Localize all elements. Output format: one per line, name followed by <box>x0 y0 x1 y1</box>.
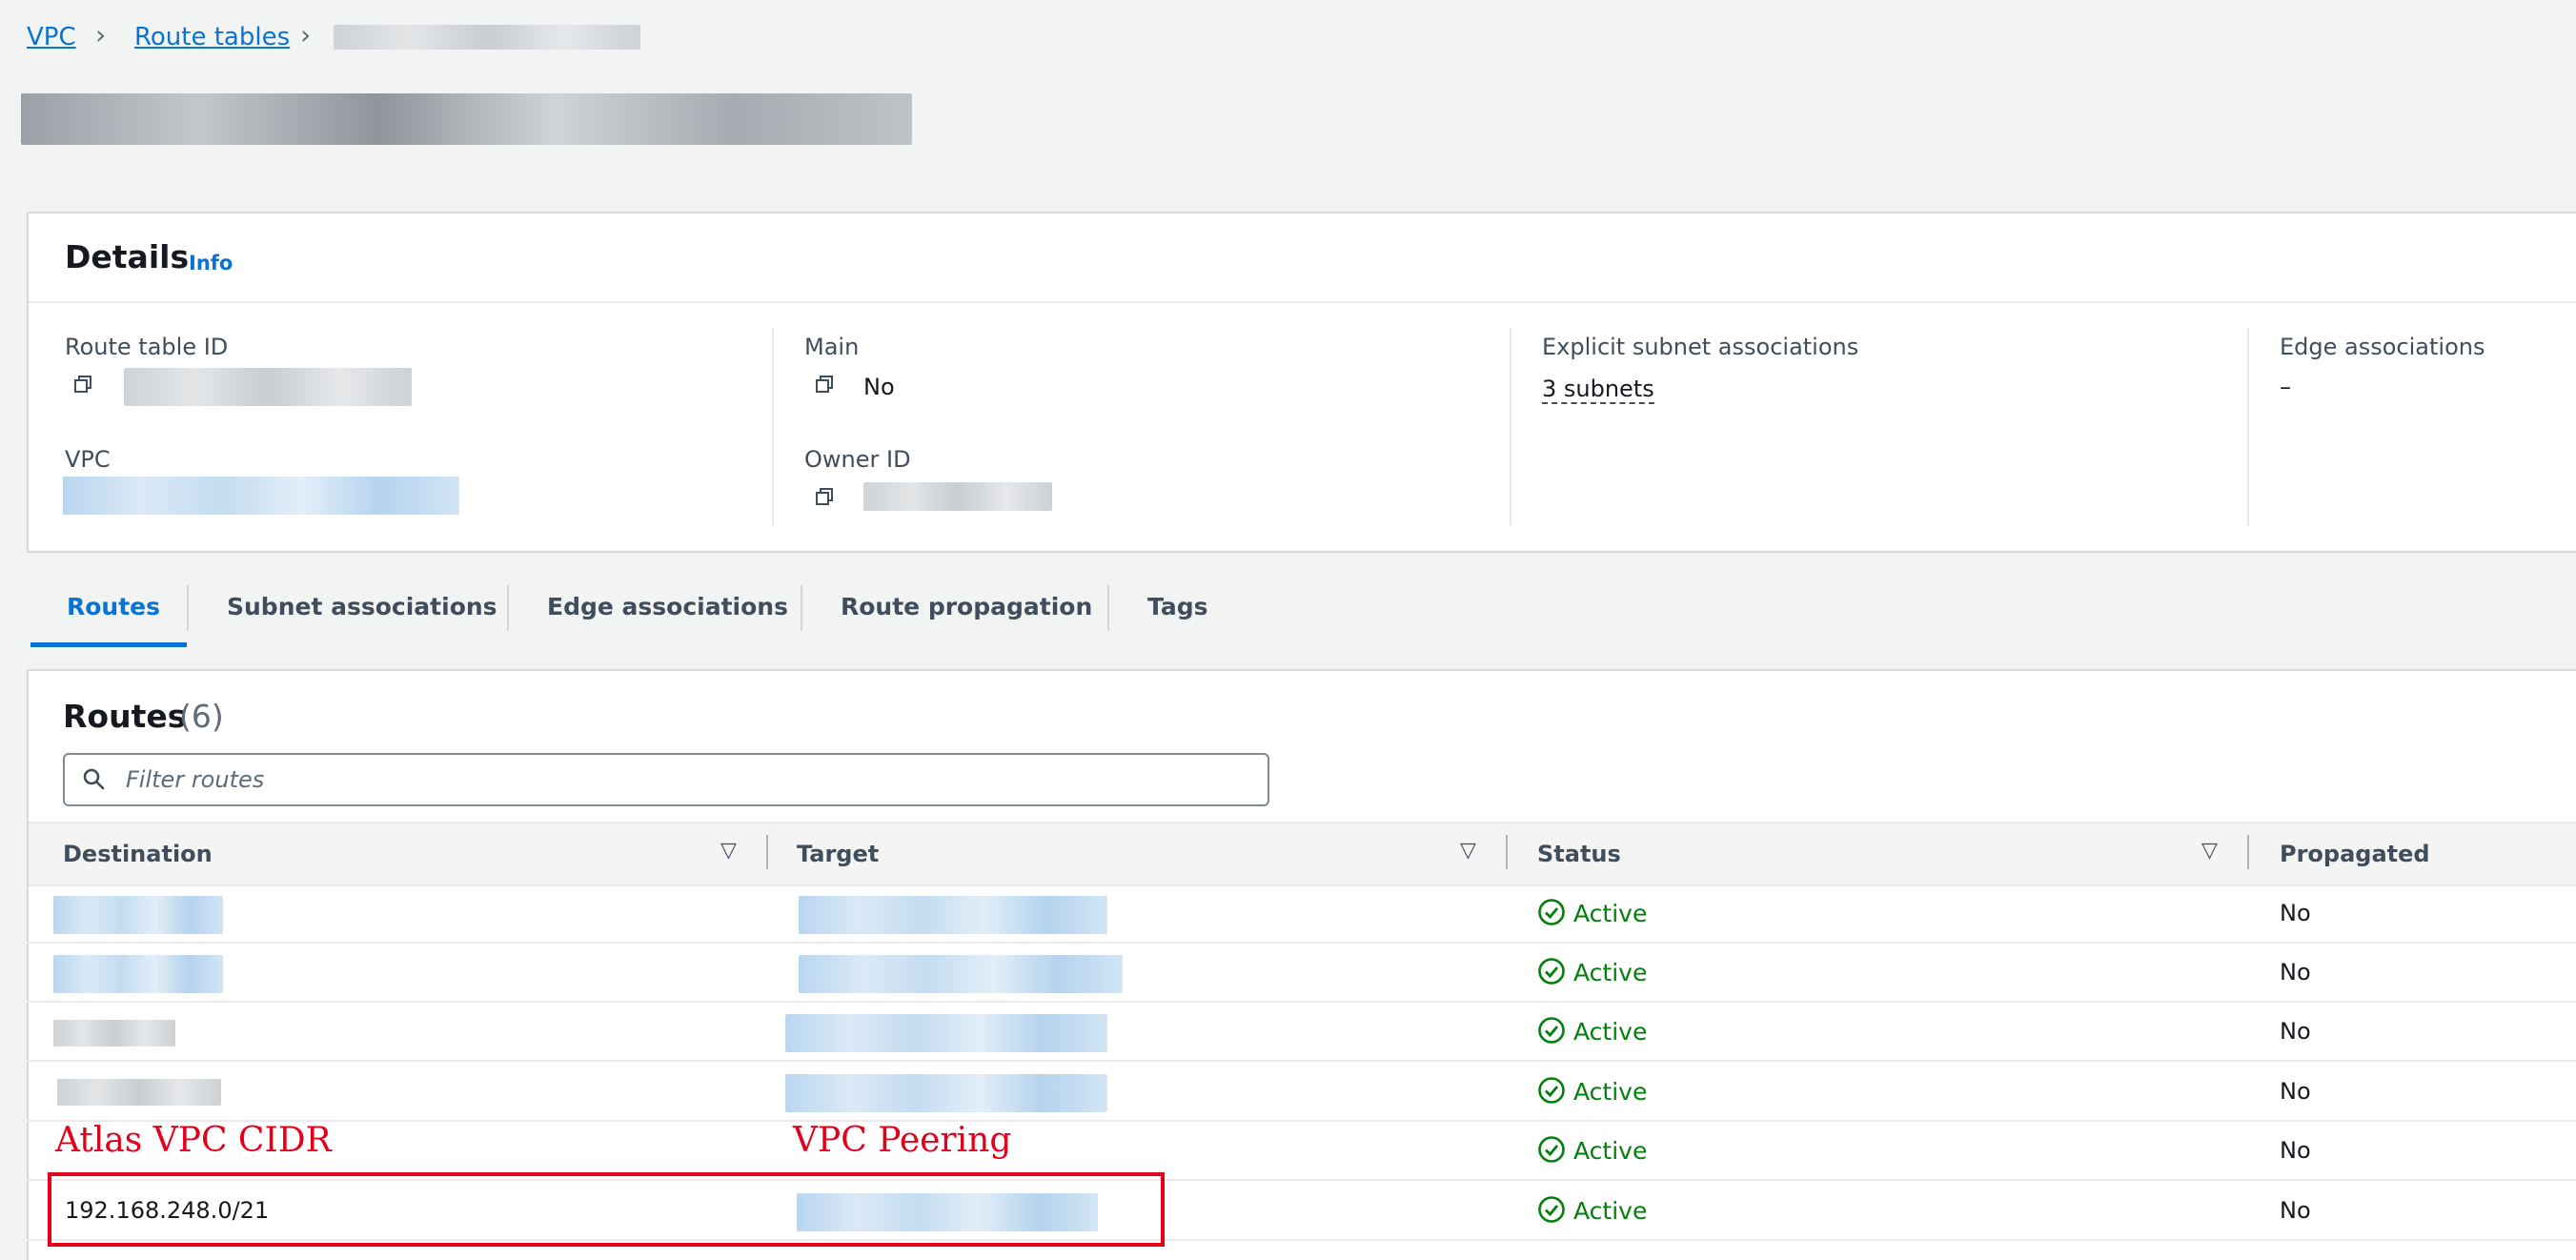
filter-placeholder: Filter routes <box>126 766 265 793</box>
explicit-subnet-label: Explicit subnet associations <box>1542 334 1859 360</box>
main-value: No <box>863 374 895 400</box>
highlight-box <box>48 1172 1165 1247</box>
redacted-destination <box>53 896 223 934</box>
sort-icon[interactable]: ▽ <box>2201 839 2218 863</box>
propagated-value: No <box>2280 1137 2311 1164</box>
propagated-value: No <box>2280 1018 2311 1045</box>
propagated-value: No <box>2280 1078 2311 1105</box>
details-panel: Details Info Route table ID VPC Main No … <box>27 212 2576 553</box>
details-title: Details <box>65 238 190 275</box>
page-title <box>21 93 912 145</box>
redacted-target-link[interactable] <box>785 1074 1107 1112</box>
redacted-target-link[interactable] <box>785 1014 1107 1052</box>
main-label: Main <box>804 334 860 360</box>
vpc-label: VPC <box>65 446 111 473</box>
edge-associations-label: Edge associations <box>2280 334 2485 360</box>
redacted-route-table-id <box>124 368 412 406</box>
check-circle-icon <box>1538 899 1565 925</box>
active-tab-indicator <box>30 642 187 647</box>
propagated-value: No <box>2280 959 2311 986</box>
breadcrumb-vpc[interactable]: VPC <box>27 23 76 51</box>
sort-icon[interactable]: ▽ <box>1460 839 1476 863</box>
check-circle-icon <box>1538 958 1565 985</box>
status-active: Active <box>1537 898 1647 927</box>
tab-route-propagation[interactable]: Route propagation <box>841 593 1092 620</box>
routes-count: (6) <box>179 698 224 735</box>
explicit-subnet-value[interactable]: 3 subnets <box>1542 376 1654 404</box>
tab-subnet-associations[interactable]: Subnet associations <box>227 593 497 620</box>
column-destination[interactable]: Destination <box>63 841 213 867</box>
status-active: Active <box>1537 1195 1647 1225</box>
redacted-destination <box>53 1020 175 1047</box>
redacted-breadcrumb <box>334 25 640 50</box>
breadcrumb-route-tables[interactable]: Route tables <box>134 23 290 51</box>
search-icon <box>83 768 105 790</box>
check-circle-icon <box>1538 1077 1565 1104</box>
route-table-id-label: Route table ID <box>65 334 229 360</box>
copy-icon[interactable] <box>816 376 833 393</box>
routes-title: Routes <box>63 698 187 735</box>
filter-routes-input[interactable]: Filter routes <box>63 753 1269 806</box>
redacted-destination <box>53 955 223 993</box>
edge-associations-value: – <box>2280 374 2291 400</box>
annotation-destination: Atlas VPC CIDR <box>55 1121 332 1160</box>
owner-id-label: Owner ID <box>804 446 911 473</box>
chevron-right-icon: › <box>95 19 107 51</box>
status-active: Active <box>1537 1135 1647 1165</box>
propagated-value: No <box>2280 900 2311 926</box>
column-target[interactable]: Target <box>797 841 879 867</box>
chevron-right-icon: › <box>300 19 312 51</box>
tab-routes[interactable]: Routes <box>67 593 160 620</box>
table-header <box>29 822 2576 886</box>
redacted-destination <box>57 1079 221 1106</box>
column-status[interactable]: Status <box>1537 841 1621 867</box>
status-active: Active <box>1537 1016 1647 1046</box>
annotation-target: VPC Peering <box>793 1121 1012 1160</box>
check-circle-icon <box>1538 1017 1565 1044</box>
tab-tags[interactable]: Tags <box>1147 593 1207 620</box>
propagated-value: No <box>2280 1197 2311 1224</box>
redacted-target-link[interactable] <box>799 955 1123 993</box>
redacted-target-link[interactable] <box>799 896 1107 934</box>
redacted-owner-id <box>863 482 1052 511</box>
sort-icon[interactable]: ▽ <box>720 839 737 863</box>
copy-icon[interactable] <box>74 376 91 393</box>
tab-edge-associations[interactable]: Edge associations <box>547 593 788 620</box>
copy-icon[interactable] <box>816 488 833 505</box>
status-active: Active <box>1537 957 1647 986</box>
status-active: Active <box>1537 1076 1647 1106</box>
check-circle-icon <box>1538 1196 1565 1223</box>
check-circle-icon <box>1538 1136 1565 1163</box>
column-propagated[interactable]: Propagated <box>2280 841 2430 867</box>
redacted-vpc-link[interactable] <box>63 477 459 515</box>
info-link[interactable]: Info <box>189 252 233 274</box>
